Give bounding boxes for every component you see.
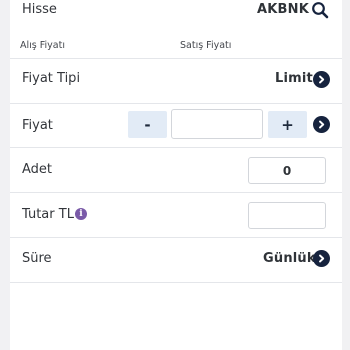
quantity-label: Adet (22, 162, 53, 177)
price-row: Fiyat - + (10, 104, 342, 147)
order-type-row[interactable]: Fiyat Tipi Limit (10, 59, 342, 103)
duration-row[interactable]: Süre Günlük (10, 238, 342, 282)
duration-value[interactable]: Günlük (263, 251, 316, 266)
buy-price-label: Alış Fiyatı (20, 40, 65, 51)
quantity-row: Adet (10, 148, 342, 192)
price-decrement-button[interactable]: - (128, 111, 167, 138)
quantity-input[interactable] (248, 157, 326, 184)
price-increment-button[interactable]: + (268, 111, 307, 138)
order-type-next-icon[interactable] (313, 71, 330, 88)
stock-symbol[interactable]: AKBNK (257, 2, 309, 17)
duration-next-icon[interactable] (313, 250, 330, 267)
order-type-label: Fiyat Tipi (22, 71, 81, 86)
price-label: Fiyat (22, 118, 53, 133)
stock-label: Hisse (22, 2, 57, 17)
duration-label: Süre (22, 251, 52, 266)
info-icon[interactable]: i (75, 208, 87, 220)
amount-row: Tutar TL i (10, 193, 342, 237)
order-type-value[interactable]: Limit (275, 71, 313, 86)
sell-price-label: Satış Fiyatı (180, 40, 232, 51)
search-icon[interactable] (311, 1, 329, 19)
increment-label: + (281, 115, 294, 134)
info-glyph: i (79, 209, 83, 219)
price-input[interactable] (171, 109, 263, 139)
price-next-icon[interactable] (313, 116, 330, 133)
amount-label: Tutar TL (22, 207, 74, 222)
order-form-card: Hisse AKBNK Alış Fiyatı Satış Fiyatı Fiy… (10, 0, 342, 350)
amount-input[interactable] (248, 202, 326, 229)
decrement-label: - (144, 115, 151, 134)
divider (10, 282, 342, 283)
